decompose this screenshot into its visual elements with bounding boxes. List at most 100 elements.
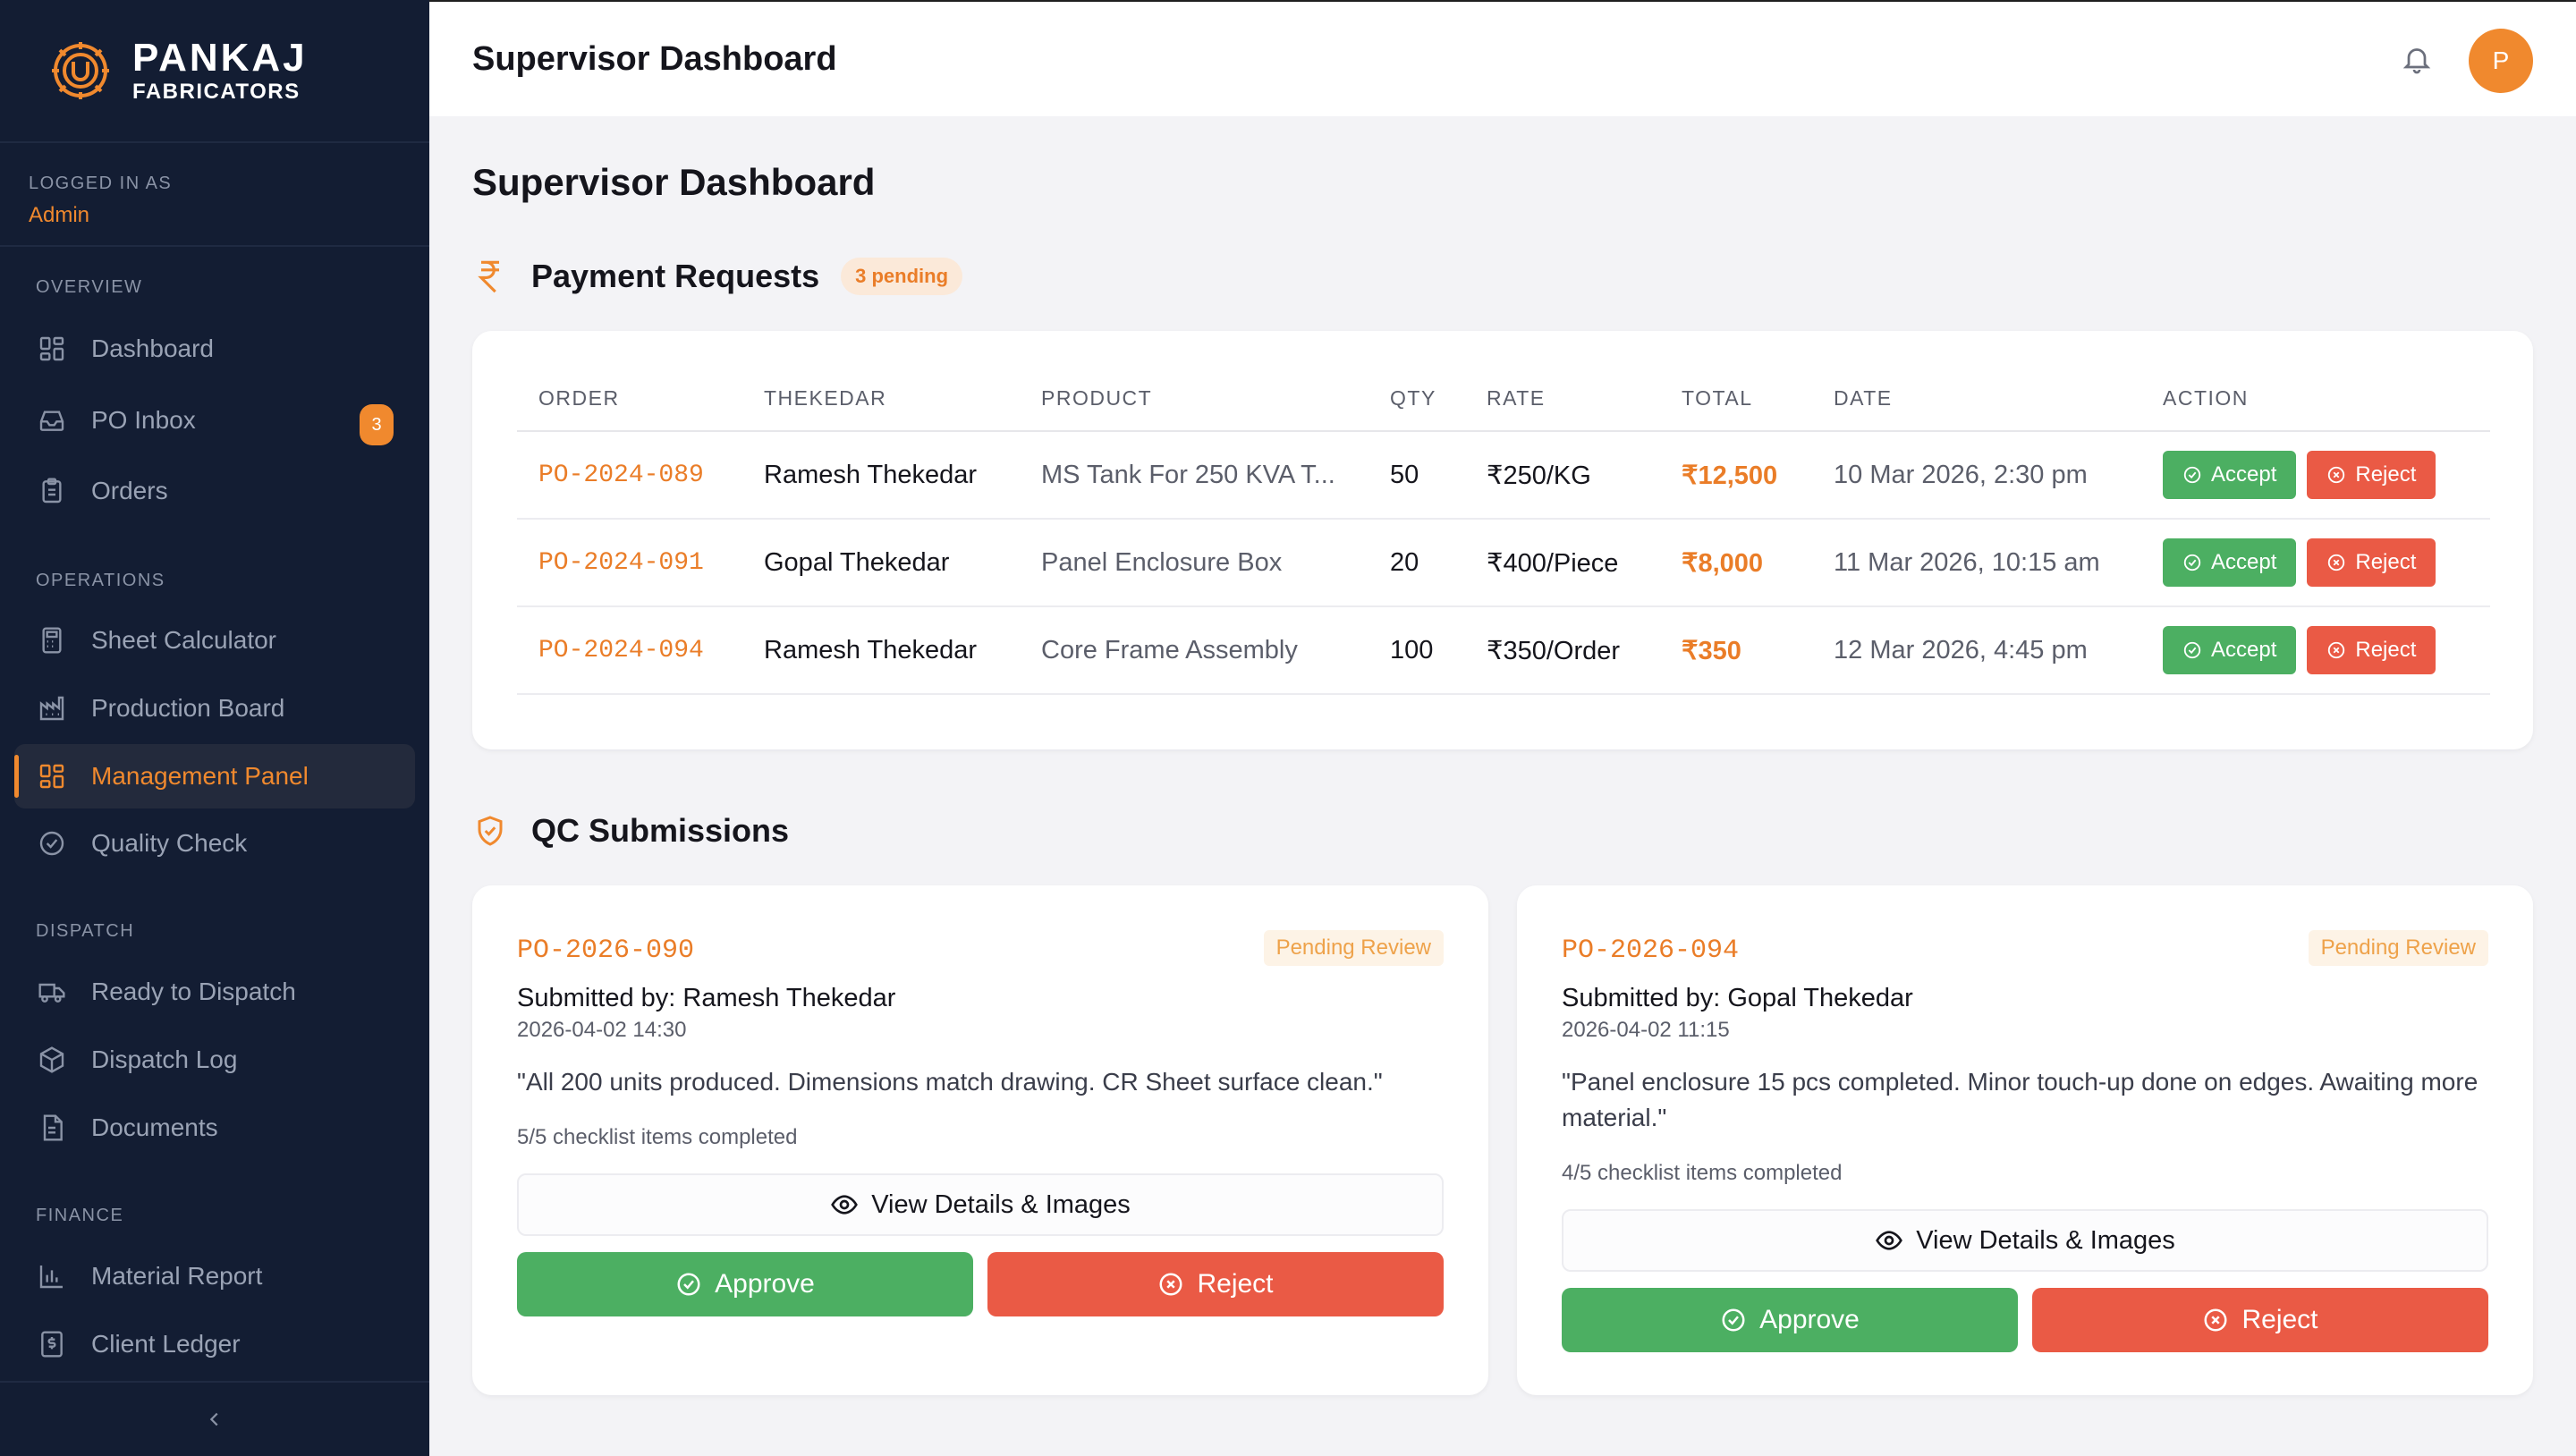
eye-icon [1876,1231,1903,1250]
payment-requests-table: ORDER THEKEDAR PRODUCT QTY RATE TOTAL DA… [517,367,2490,695]
approve-label: Approve [1759,1305,1860,1334]
total-cell: ₹8,000 [1660,519,1812,607]
total-cell: ₹12,500 [1660,431,1812,520]
column-header-total: TOTAL [1660,367,1812,432]
column-header-product: PRODUCT [1020,367,1368,432]
order-id-link[interactable]: PO-2024-089 [517,431,742,520]
checklist-status: 5/5 checklist items completed [517,1125,798,1149]
submitted-by: Submitted by: Gopal Thekedar [1562,984,1913,1012]
sidebar-item-sheet-calculator[interactable]: Sheet Calculator [14,608,415,673]
date-cell: 11 Mar 2026, 10:15 am [1812,519,2141,607]
check-circle-icon [1722,1308,1745,1332]
rate-cell: ₹250/KG [1465,431,1660,520]
sidebar-item-dispatch-log[interactable]: Dispatch Log [14,1028,415,1092]
x-circle-icon [2328,554,2345,571]
sidebar-item-material-report[interactable]: Material Report [14,1244,415,1308]
po-inbox-count-badge: 3 [360,404,394,445]
submitted-by: Submitted by: Ramesh Thekedar [517,984,896,1012]
payment-requests-title: Payment Requests [531,258,820,294]
sidebar-item-quality-check[interactable]: Quality Check [14,811,415,876]
thekedar-cell: Gopal Thekedar [742,519,1020,607]
status-badge: Pending Review [2308,930,2488,966]
sidebar-item-label: Production Board [91,694,285,722]
checklist-status: 4/5 checklist items completed [1562,1161,1843,1185]
date-cell: 10 Mar 2026, 2:30 pm [1812,431,2141,520]
dashboard-icon [36,333,68,365]
clipboard-icon [36,475,68,507]
accept-label: Accept [2211,638,2277,662]
accept-button[interactable]: Accept [2163,451,2297,499]
sidebar-item-label: Material Report [91,1262,263,1290]
reject-label: Reject [1197,1269,1274,1299]
accept-label: Accept [2211,462,2277,487]
sidebar-item-dashboard[interactable]: Dashboard [14,317,415,381]
pending-count-badge: 3 pending [841,258,963,295]
approve-label: Approve [715,1269,815,1299]
reject-label: Reject [2355,550,2417,574]
column-header-thekedar: THEKEDAR [742,367,1020,432]
accept-button[interactable]: Accept [2163,626,2297,674]
reject-button[interactable]: Reject [2307,626,2436,674]
product-cell: Core Frame Assembly [1020,606,1368,695]
sidebar-item-label: Management Panel [91,762,309,790]
reject-button[interactable]: Reject [2307,451,2436,499]
header-title: Supervisor Dashboard [472,39,837,78]
sidebar-item-label: Dashboard [91,334,214,362]
qc-po-id[interactable]: PO-2026-094 [1562,935,1739,966]
document-icon [36,1112,68,1144]
check-circle-icon [2183,641,2201,659]
logged-in-user: Admin [29,203,90,227]
sidebar-item-po-inbox[interactable]: PO Inbox 3 [14,388,415,453]
qc-submissions-title: QC Submissions [531,812,790,849]
dollar-file-icon [36,1328,68,1360]
qc-submissions-header: QC Submissions [472,812,789,850]
qc-card: PO-2026-094 Pending Review Submitted by:… [1517,885,2533,1395]
order-id-link[interactable]: PO-2024-091 [517,519,742,607]
nav-section-finance: FINANCE [36,1206,124,1225]
view-details-label: View Details & Images [871,1189,1131,1219]
view-details-label: View Details & Images [1916,1225,2175,1255]
qc-po-id[interactable]: PO-2026-090 [517,935,694,966]
table-row: PO-2024-091 Gopal Thekedar Panel Enclosu… [517,519,2490,607]
reject-button[interactable]: Reject [987,1252,1444,1316]
nav-section-operations: OPERATIONS [36,571,165,590]
shield-check-icon [472,813,508,849]
reject-button[interactable]: Reject [2307,538,2436,587]
accept-button[interactable]: Accept [2163,538,2297,587]
status-badge: Pending Review [1263,930,1444,966]
payment-requests-header: Payment Requests 3 pending [472,258,963,295]
column-header-qty: QTY [1368,367,1465,432]
page-title: Supervisor Dashboard [472,161,876,203]
total-cell: ₹350 [1660,606,1812,695]
approve-button[interactable]: Approve [1562,1288,2018,1352]
sidebar-item-production-board[interactable]: Production Board [14,676,415,741]
check-circle-icon [677,1273,700,1296]
sidebar-item-documents[interactable]: Documents [14,1096,415,1160]
payment-requests-card: ORDER THEKEDAR PRODUCT QTY RATE TOTAL DA… [472,331,2533,749]
column-header-rate: RATE [1465,367,1660,432]
sidebar-item-orders[interactable]: Orders [14,459,415,523]
view-details-button[interactable]: View Details & Images [1562,1209,2488,1272]
reject-button[interactable]: Reject [2032,1288,2488,1352]
view-details-button[interactable]: View Details & Images [517,1173,1444,1236]
brand-subtitle: FABRICATORS [132,80,301,104]
sidebar-item-ready-to-dispatch[interactable]: Ready to Dispatch [14,960,415,1024]
calculator-icon [36,624,68,656]
approve-button[interactable]: Approve [517,1252,973,1316]
rate-cell: ₹350/Order [1465,606,1660,695]
thekedar-cell: Ramesh Thekedar [742,606,1020,695]
sidebar-item-management-panel[interactable]: Management Panel [14,744,415,808]
product-cell: MS Tank For 250 KVA T... [1020,431,1368,520]
bell-icon[interactable] [2401,43,2433,75]
sidebar-item-label: Sheet Calculator [91,626,277,654]
collapse-sidebar-button[interactable] [0,1381,429,1456]
user-avatar[interactable]: P [2469,29,2533,93]
action-cell: Accept Reject [2141,519,2490,607]
session-info: LOGGED IN AS Admin [0,143,429,247]
order-id-link[interactable]: PO-2024-094 [517,606,742,695]
eye-icon [831,1195,859,1215]
accept-label: Accept [2211,550,2277,574]
reject-label: Reject [2241,1305,2318,1334]
sidebar-item-client-ledger[interactable]: Client Ledger [14,1312,415,1376]
brand: PANKAJ FABRICATORS [0,0,429,143]
